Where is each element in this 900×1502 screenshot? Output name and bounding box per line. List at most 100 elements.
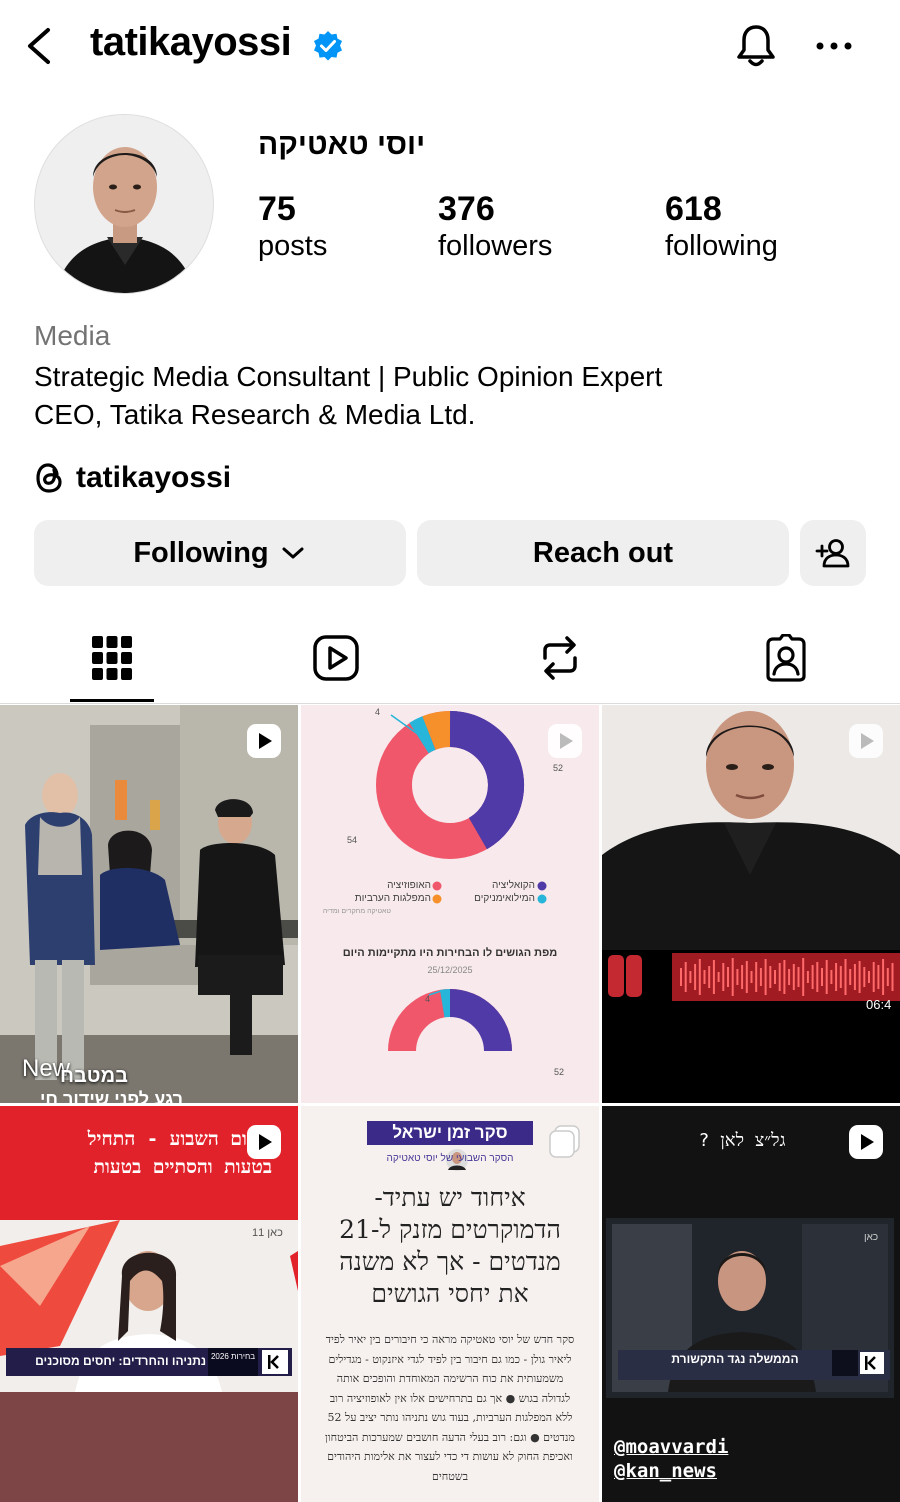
stat-following[interactable]: 618 following (665, 190, 778, 264)
donut-label-top: 4 (375, 707, 381, 717)
reposts-icon (543, 636, 577, 680)
election-badge: בחירות 2026 (210, 1352, 256, 1361)
waveform-bar (684, 962, 687, 992)
stat-posts[interactable]: 75 posts (258, 190, 327, 264)
tab-reposts[interactable] (485, 612, 635, 704)
tab-tagged[interactable] (711, 612, 861, 704)
post-tile[interactable]: סיכום השבוע - התחיל בטעות והסתיים בטעות … (0, 1106, 298, 1502)
waveform-bar (863, 967, 866, 987)
stat-following-value: 618 (665, 190, 722, 228)
tagged-icon (766, 634, 806, 682)
waveform-bar (698, 959, 701, 995)
stat-followers[interactable]: 376 followers (438, 190, 552, 264)
waveform-bar (853, 964, 856, 990)
following-label: Following (133, 536, 269, 569)
chevron-left-icon[interactable] (20, 24, 60, 68)
waveform-bar (736, 969, 739, 985)
waveform-bar (694, 964, 697, 990)
tab-reels[interactable] (261, 612, 411, 704)
following-button[interactable]: Following (34, 520, 406, 586)
waveform-bar (708, 966, 711, 988)
top-bar: tatikayossi (0, 0, 900, 92)
post-thumbnail (602, 705, 900, 1103)
waveform-bar (877, 965, 880, 989)
post-tile[interactable]: 06:4 (602, 705, 900, 1103)
post-caption: במטבח (60, 1065, 128, 1087)
profile-tabs (0, 612, 900, 704)
waveform-bar (802, 958, 805, 996)
body-line: ללא המפלגות הערביות, בעוד גוש נתניהו נות… (327, 1411, 573, 1424)
chart-source: טאטיקה מחקרים ומדיה (322, 908, 391, 915)
avatar-photo (35, 115, 213, 293)
reel-indicator-icon (548, 724, 582, 758)
waveform-bar (783, 960, 786, 994)
post-question: גל״צ לאן ? (698, 1130, 786, 1151)
legend-coalition: הקואליציה (492, 880, 535, 891)
profile-username: tatikayossi (90, 20, 292, 64)
waveform-bar (849, 969, 852, 985)
threads-handle: tatikayossi (76, 461, 232, 494)
stat-posts-value: 75 (258, 190, 296, 228)
body-line: מנדטים ● וגם: רוב בעלי הדעה חושבים שמערכ… (325, 1430, 575, 1444)
waveform-bar (792, 964, 795, 990)
profile-avatar[interactable] (34, 114, 214, 294)
post-tile[interactable]: גל״צ לאן ? כאן הממשלה נגד התקשורת @moavv… (602, 1106, 900, 1502)
reel-indicator-icon (247, 724, 281, 758)
carousel-indicator-icon (549, 1125, 580, 1158)
stat-followers-value: 376 (438, 190, 495, 228)
news-ticker: הממשלה נגד התקשורת (671, 1352, 799, 1366)
reach-out-button[interactable]: Reach out (417, 520, 789, 586)
waveform-bar (891, 963, 894, 991)
bell-icon[interactable] (734, 22, 778, 70)
waveform-bar (816, 962, 819, 992)
reel-indicator-icon (849, 724, 883, 758)
waveform-bar (769, 966, 772, 988)
headline-line: הדמוקרטים מזנק ל-21 (339, 1215, 561, 1244)
post-banner: סקר זמן ישראל (367, 1121, 533, 1145)
waveform-bar (788, 969, 791, 985)
post-headline: איחוד יש עתיד- הדמוקרטים מזנק ל-21 מנדטי… (301, 1182, 599, 1310)
grid-icon (92, 636, 132, 680)
post-tile[interactable]: סקר זמן ישראל הסקר השבועי של יוסי טאטיקה… (301, 1106, 599, 1502)
post-overlay-text: רגע לפני שידור חי (40, 1089, 183, 1103)
stat-followers-label: followers (438, 230, 553, 262)
waveform-bar (731, 958, 734, 996)
profile-display-name: יוסי טאטיקה (258, 128, 426, 161)
waveform-bar (741, 965, 744, 989)
waveform-bar (755, 962, 758, 992)
waveform-bar (727, 967, 729, 987)
waveform-bar (680, 968, 682, 986)
reel-indicator-icon (247, 1125, 281, 1159)
chart-title: מפת הגושים לו הבחירות היו מתקיימות היום (342, 947, 558, 959)
threads-link[interactable]: tatikayossi (34, 458, 231, 498)
tab-posts[interactable] (37, 612, 187, 704)
post-headline-line1: סיכום השבוע - התחיל (87, 1128, 272, 1150)
body-line: בשטחים (432, 1469, 468, 1483)
suggested-users-button[interactable] (800, 520, 866, 586)
waveform-bar (759, 968, 762, 986)
donut-label-right: 52 (553, 763, 564, 773)
mention-link[interactable]: @kan_news (614, 1460, 717, 1482)
lower-label-right: 52 (554, 1067, 565, 1077)
post-tile[interactable]: New במטבח רגע לפני שידור חי (0, 705, 298, 1103)
waveform-bar (868, 971, 870, 983)
body-line: משמעותית את כוח הרשימה המאוחדת והופכים א… (336, 1372, 564, 1385)
waveform-bar (821, 968, 823, 986)
reel-indicator-icon (849, 1125, 883, 1159)
verified-badge-icon (314, 31, 342, 61)
reels-icon (313, 635, 359, 681)
chevron-down-icon (282, 547, 304, 559)
post-tile[interactable]: 4 52 54 הקואליציה האופוזיציה המילואימניק… (301, 705, 599, 1103)
waveform-bar (774, 970, 776, 984)
waveform-bar (722, 963, 725, 991)
more-horizontal-icon[interactable] (812, 34, 856, 58)
donut-label-left: 54 (347, 835, 358, 845)
waveform-bar (835, 963, 838, 991)
waveform-bar (712, 960, 715, 994)
headline-line: מנדטים - אך לא משנה (339, 1247, 561, 1276)
mention-link[interactable]: @moavvardi (614, 1436, 728, 1458)
post-headline-line2: בטעות והסתיים בטעות (93, 1156, 272, 1178)
waveform-bar (844, 959, 847, 995)
legend-opposition: האופוזיציה (387, 880, 431, 891)
channel-logo: כאן 11 (252, 1227, 283, 1239)
